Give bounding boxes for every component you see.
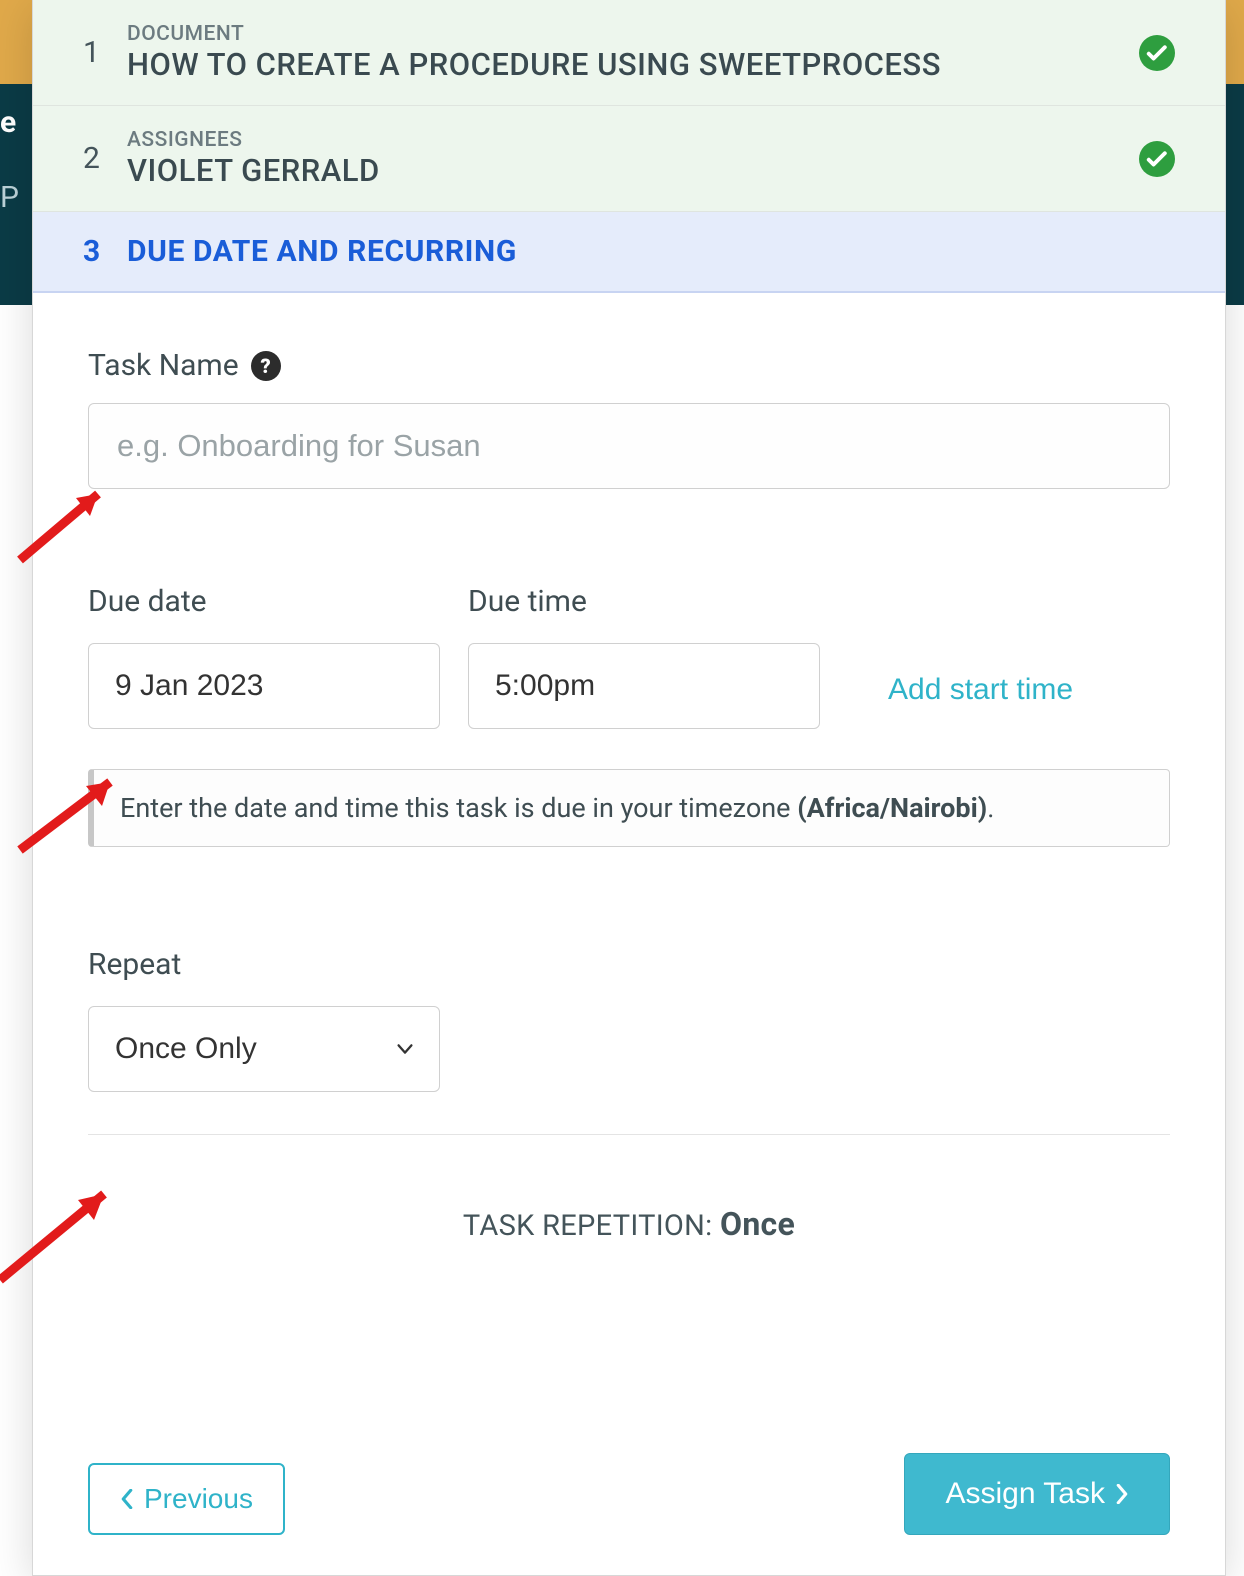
hint-text: Enter the date and time this task is due…: [120, 792, 797, 824]
step-kicker: ASSIGNEES: [127, 128, 1139, 152]
task-name-input[interactable]: [88, 403, 1170, 489]
rep-prefix: TASK REPETITION:: [463, 1209, 720, 1243]
wizard-step-assignees[interactable]: 2 ASSIGNEES VIOLET GERRALD: [33, 106, 1225, 212]
previous-button[interactable]: Previous: [88, 1463, 285, 1535]
assign-task-button[interactable]: Assign Task: [904, 1453, 1170, 1535]
step-kicker: DOCUMENT: [127, 22, 1139, 46]
due-time-label: Due time: [468, 584, 820, 619]
step-title: DUE DATE AND RECURRING: [127, 234, 1175, 269]
rep-value: Once: [720, 1205, 795, 1243]
step-number: 1: [83, 35, 127, 70]
step-title: VIOLET GERRALD: [127, 152, 1139, 189]
wizard-step-due-date[interactable]: 3 DUE DATE AND RECURRING: [33, 212, 1225, 293]
add-start-time-link[interactable]: Add start time: [848, 673, 1073, 729]
timezone-hint: Enter the date and time this task is due…: [88, 769, 1170, 847]
repetition-summary: TASK REPETITION: Once: [88, 1205, 1170, 1243]
backdrop-fragment: P: [0, 180, 19, 215]
due-time-input[interactable]: [468, 643, 820, 729]
step-body: Task Name ? Due date Due time Add start …: [33, 293, 1225, 1243]
checkmark-circle-icon: [1139, 35, 1175, 71]
chevron-left-icon: [120, 1489, 134, 1509]
label-text: Task Name: [88, 348, 239, 383]
wizard-step-document[interactable]: 1 DOCUMENT HOW TO CREATE A PROCEDURE USI…: [33, 0, 1225, 106]
due-date-input[interactable]: [88, 643, 440, 729]
hint-tz: (Africa/Nairobi): [797, 792, 987, 824]
button-label: Previous: [144, 1483, 253, 1515]
due-date-label: Due date: [88, 584, 440, 619]
step-number: 3: [83, 234, 127, 269]
task-name-label: Task Name ?: [88, 348, 1170, 383]
step-number: 2: [83, 141, 127, 176]
help-icon[interactable]: ?: [251, 351, 281, 381]
repeat-label: Repeat: [88, 947, 1170, 982]
repeat-select[interactable]: [88, 1006, 440, 1092]
modal-footer: Previous Assign Task: [33, 1453, 1225, 1575]
button-label: Assign Task: [945, 1477, 1105, 1511]
backdrop-fragment: e: [0, 105, 16, 140]
step-title: HOW TO CREATE A PROCEDURE USING SWEETPRO…: [127, 46, 1139, 83]
checkmark-circle-icon: [1139, 141, 1175, 177]
hint-suffix: .: [987, 792, 994, 824]
divider: [88, 1134, 1170, 1135]
chevron-right-icon: [1115, 1484, 1129, 1504]
assign-task-modal: 1 DOCUMENT HOW TO CREATE A PROCEDURE USI…: [32, 0, 1226, 1576]
